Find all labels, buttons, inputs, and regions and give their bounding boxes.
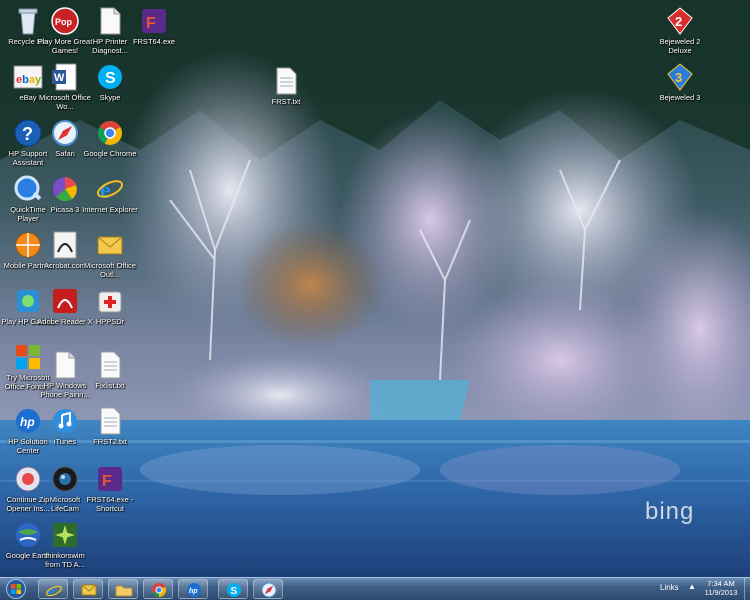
desktop-icon-label: Fixlist.txt: [95, 381, 125, 390]
svg-text:2: 2: [675, 14, 682, 29]
desktop-icon-label: Bejeweled 3: [659, 93, 701, 102]
safari-icon: [261, 582, 277, 598]
desktop-icon-bejeweled-2[interactable]: 2 Bejeweled 2 Deluxe: [652, 2, 708, 58]
desktop-icon-label: thinkorswim from TD A...: [45, 551, 85, 569]
frst-icon: F: [95, 464, 125, 494]
desktop-icon-label: FRST64.exe - Shortcut: [86, 495, 134, 513]
desktop-icon-bejeweled-3[interactable]: 3 Bejeweled 3: [652, 58, 708, 114]
desktop-icon-label: FRST64.exe: [132, 37, 176, 46]
taskbar-skype[interactable]: S: [218, 579, 248, 599]
chrome-icon: [152, 583, 167, 598]
show-desktop-button[interactable]: [744, 578, 750, 600]
internet-explorer-icon: e: [45, 584, 63, 598]
outlook-icon: [81, 584, 97, 596]
system-clock[interactable]: 7:34 AM 11/9/2013: [700, 579, 742, 597]
svg-text:S: S: [105, 70, 116, 87]
compass-icon: [50, 118, 80, 148]
bejeweled-3-icon: 3: [665, 62, 695, 92]
taskbar-chrome[interactable]: [143, 579, 173, 599]
taskbar-internet-explorer[interactable]: e: [38, 579, 68, 599]
text-file-icon: [271, 66, 301, 96]
svg-text:hp: hp: [20, 415, 35, 429]
first-aid-icon: [95, 286, 125, 316]
show-hidden-icons-button[interactable]: ▲: [688, 582, 696, 591]
word-document-icon: W: [50, 62, 80, 92]
desktop-icon-outlook[interactable]: Microsoft Office Outl...: [82, 226, 138, 282]
desktop-icon-frst64-shortcut[interactable]: F FRST64.exe - Shortcut: [82, 460, 138, 516]
links-toolbar-label[interactable]: Links: [660, 583, 679, 592]
taskbar-windows-explorer[interactable]: [108, 579, 138, 599]
taskbar: e hp S Links ▲ 7:34 AM 11/9/2013: [0, 577, 750, 600]
desktop-icon-label: Google Chrome: [83, 149, 137, 158]
start-button[interactable]: [4, 579, 28, 599]
taskbar-hp[interactable]: hp: [178, 579, 208, 599]
bing-watermark: bing: [645, 498, 695, 525]
svg-text:?: ?: [22, 124, 33, 144]
desktop-icon-thinkorswim[interactable]: thinkorswim from TD A...: [37, 516, 93, 572]
music-note-icon: [50, 406, 80, 436]
hp-icon: hp: [187, 583, 201, 597]
file-icon: [95, 6, 125, 36]
picasa-icon: [50, 174, 80, 204]
svg-text:F: F: [146, 15, 156, 32]
desktop-icon-label: HPPSDr: [95, 317, 125, 326]
desktop-icon-frst2[interactable]: FRST2.txt: [82, 402, 138, 458]
folder-icon: [115, 585, 133, 597]
skype-icon: S: [227, 583, 241, 597]
desktop-icon-hppsdr[interactable]: HPPSDr: [82, 282, 138, 338]
desktop-icon-label: Bejeweled 2 Deluxe: [659, 37, 701, 55]
desktop-icon-skype[interactable]: S Skype: [82, 58, 138, 114]
webcam-icon: [50, 464, 80, 494]
svg-text:3: 3: [675, 70, 682, 85]
pop-cap-icon: Pop: [50, 6, 80, 36]
desktop-icon-frst64[interactable]: F FRST64.exe: [126, 2, 182, 58]
text-file-icon: [95, 350, 125, 380]
desktop-icon-label: FRST2.txt: [93, 437, 127, 446]
windows-logo-icon: [6, 579, 26, 599]
svg-text:S: S: [231, 586, 238, 597]
taskbar-outlook[interactable]: [73, 579, 103, 599]
outlook-icon: [95, 230, 125, 260]
desktop-icon-label: Microsoft Office Outl...: [84, 261, 136, 279]
acrobat-icon: [50, 230, 80, 260]
svg-text:Pop: Pop: [55, 17, 73, 27]
desktop-icon-frst-txt[interactable]: FRST.txt: [258, 62, 314, 118]
desktop-icon-internet-explorer[interactable]: e Internet Explorer: [82, 170, 138, 226]
desktop-icon-label: Internet Explorer: [82, 205, 138, 214]
taskbar-safari[interactable]: [253, 579, 283, 599]
desktop-icon-chrome[interactable]: Google Chrome: [82, 114, 138, 170]
thinkorswim-icon: [50, 520, 80, 550]
internet-explorer-icon: e: [95, 174, 125, 204]
clock-time: 7:34 AM: [707, 579, 735, 588]
file-icon: [50, 350, 80, 380]
clock-date: 11/9/2013: [704, 588, 738, 597]
desktop-icon-fixlist[interactable]: Fixlist.txt: [82, 346, 138, 402]
skype-icon: S: [95, 62, 125, 92]
bejeweled-2-icon: 2: [665, 6, 695, 36]
desktop-icon-label: Skype: [99, 93, 121, 102]
frst-icon: F: [139, 6, 169, 36]
text-file-icon: [95, 406, 125, 436]
pdf-icon: [50, 286, 80, 316]
svg-text:hp: hp: [189, 588, 198, 595]
desktop-icon-label: FRST.txt: [271, 97, 301, 106]
svg-text:F: F: [102, 473, 112, 490]
chrome-icon: [95, 118, 125, 148]
svg-text:W: W: [54, 72, 65, 84]
